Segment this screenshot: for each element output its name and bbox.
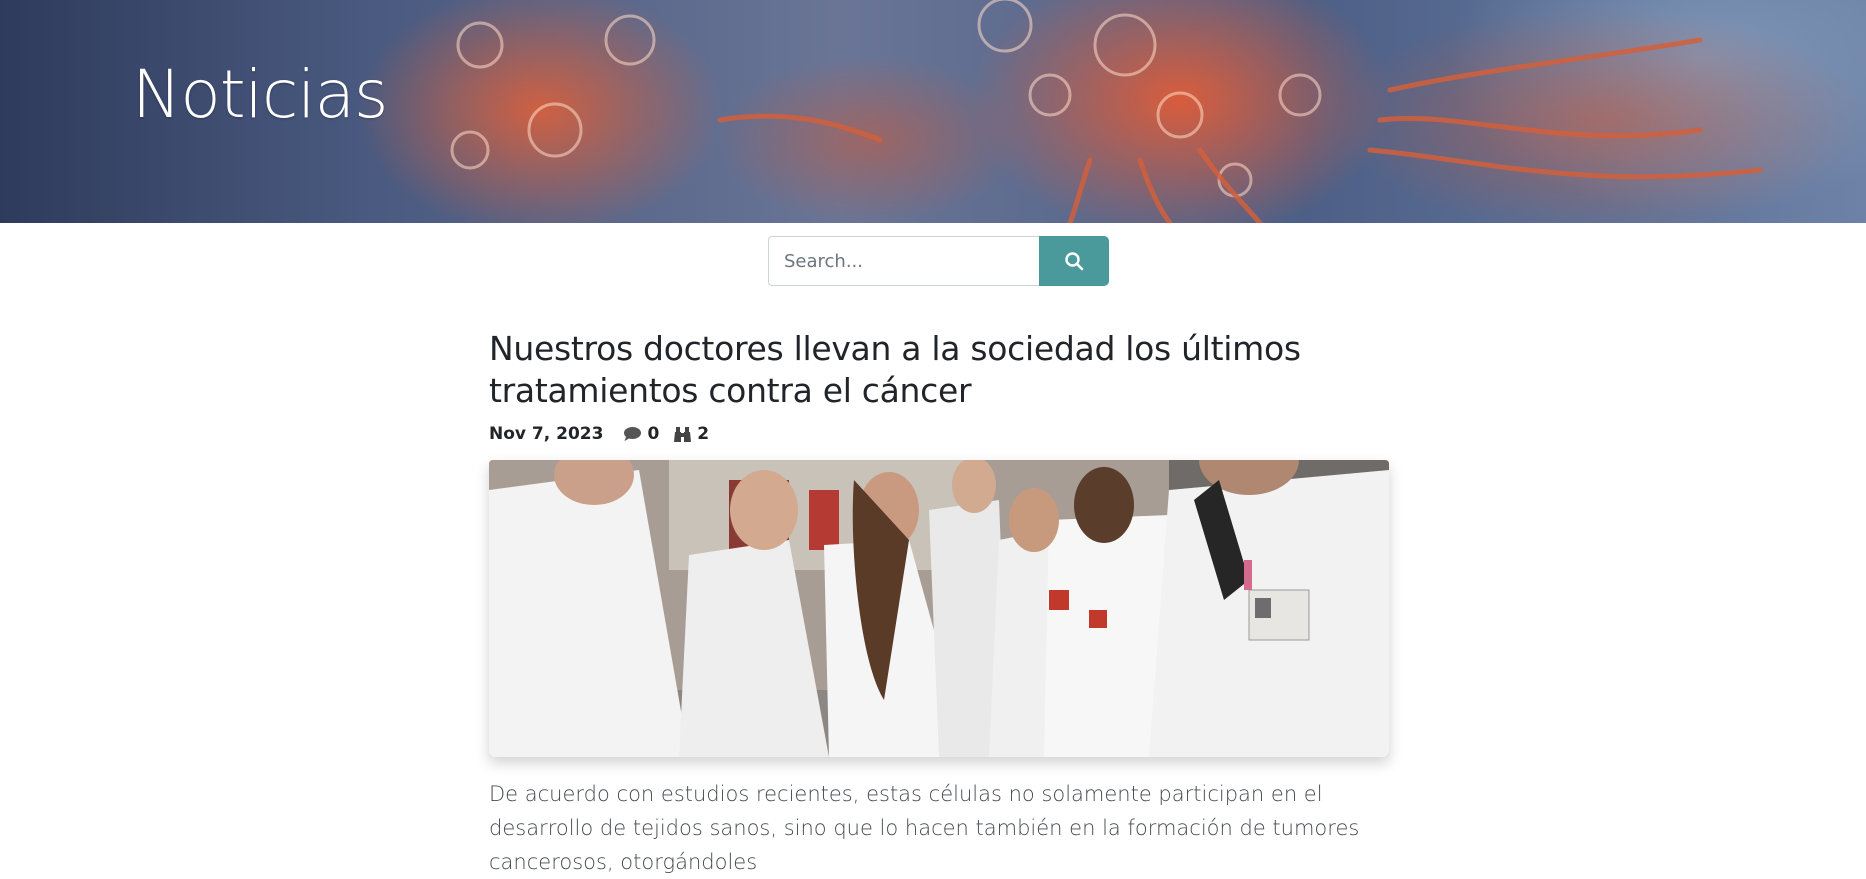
search-icon xyxy=(1065,252,1084,271)
article-excerpt: De acuerdo con estudios recientes, estas… xyxy=(489,782,1360,874)
article-date: Nov 7, 2023 xyxy=(489,424,604,444)
comments-count: 0 xyxy=(623,424,659,444)
search-button[interactable] xyxy=(1039,236,1109,286)
article-title[interactable]: Nuestros doctores llevan a la sociedad l… xyxy=(489,328,1389,412)
comments-count-value: 0 xyxy=(647,424,660,444)
news-article: Nuestros doctores llevan a la sociedad l… xyxy=(489,328,1389,879)
article-meta: Nov 7, 2023 0 2 xyxy=(489,424,1389,444)
views-count-value: 2 xyxy=(697,424,710,444)
binoculars-icon xyxy=(674,426,692,442)
article-image[interactable] xyxy=(489,460,1389,757)
doctors-group-photo xyxy=(489,460,1389,757)
views-count: 2 xyxy=(673,424,709,444)
search-input[interactable] xyxy=(768,236,1039,286)
hero-banner: Noticias xyxy=(0,0,1866,223)
search-form xyxy=(768,236,1109,286)
comment-icon xyxy=(624,427,642,441)
page-title: Noticias xyxy=(132,56,388,133)
